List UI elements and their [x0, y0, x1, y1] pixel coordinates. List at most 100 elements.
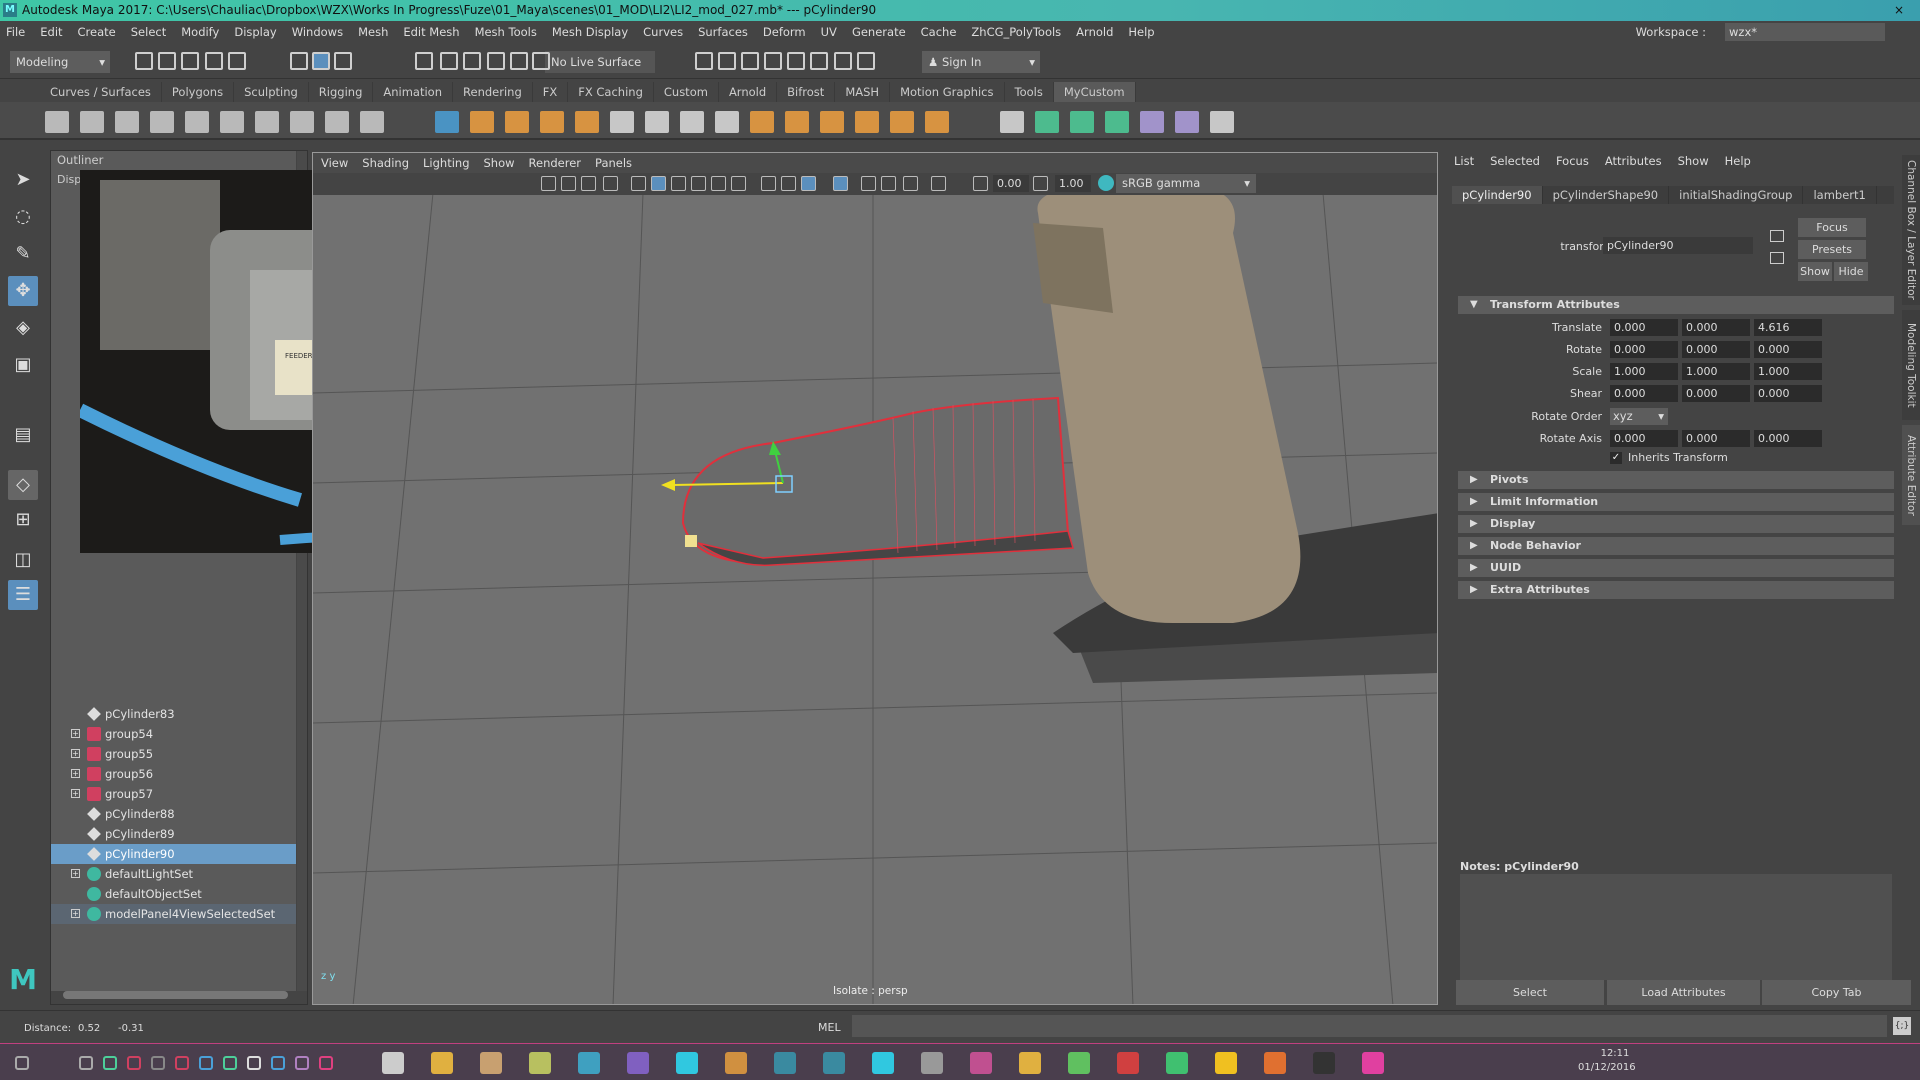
- shelf-tab-tools[interactable]: Tools: [1005, 82, 1054, 102]
- status-tool-icon[interactable]: [463, 52, 481, 70]
- menu-mesh[interactable]: Mesh: [358, 25, 388, 39]
- menu-uv[interactable]: UV: [821, 25, 837, 39]
- shelf-tab-mash[interactable]: MASH: [835, 82, 891, 102]
- tray-tool-icon[interactable]: [271, 1056, 285, 1070]
- shelf-tool-icon[interactable]: [1000, 111, 1024, 133]
- rotate-y-field[interactable]: 0.000: [1682, 341, 1750, 358]
- taskbar-app-icon[interactable]: [1068, 1052, 1090, 1074]
- select-button[interactable]: Select: [1456, 980, 1604, 1005]
- presets-button[interactable]: Presets: [1798, 240, 1866, 259]
- status-tool-icon[interactable]: [510, 52, 528, 70]
- status-tool-icon[interactable]: [787, 52, 805, 70]
- status-tool-icon[interactable]: [834, 52, 852, 70]
- outliner-item[interactable]: pCylinder83: [51, 704, 296, 724]
- shelf-tool-icon[interactable]: [115, 111, 139, 133]
- shelf-tool-icon[interactable]: [820, 111, 844, 133]
- show-button[interactable]: Show: [1798, 262, 1832, 281]
- translate-x-field[interactable]: 0.000: [1610, 319, 1678, 336]
- status-tool-icon[interactable]: [181, 52, 199, 70]
- section-node-behavior[interactable]: ▶ Node Behavior: [1458, 537, 1894, 555]
- shelf-tool-icon[interactable]: [360, 111, 384, 133]
- clock-time[interactable]: 12:11: [1585, 1048, 1645, 1059]
- scale-x-field[interactable]: 1.000: [1610, 363, 1678, 380]
- menu-curves[interactable]: Curves: [643, 25, 683, 39]
- expand-icon[interactable]: +: [71, 909, 80, 918]
- tray-tool-icon[interactable]: [103, 1056, 117, 1070]
- shelf-tool-icon[interactable]: [290, 111, 314, 133]
- status-tool-icon[interactable]: [810, 52, 828, 70]
- shear-y-field[interactable]: 0.000: [1682, 385, 1750, 402]
- section-uuid[interactable]: ▶ UUID: [1458, 559, 1894, 577]
- tray-tool-icon[interactable]: [295, 1056, 309, 1070]
- ae-menu-show[interactable]: Show: [1678, 154, 1709, 168]
- shelf-tool-icon[interactable]: [540, 111, 564, 133]
- shelf-tool-icon[interactable]: [680, 111, 704, 133]
- shelf-tab-mycustom[interactable]: MyCustom: [1053, 82, 1136, 102]
- shelf-tool-icon[interactable]: [255, 111, 279, 133]
- sign-in-button[interactable]: ♟ Sign In ▾: [922, 51, 1040, 73]
- viewport-scene[interactable]: [313, 153, 1438, 1005]
- menu-file[interactable]: File: [6, 25, 25, 39]
- rotate-axis-z-field[interactable]: 0.000: [1754, 430, 1822, 447]
- shelf-tab-rendering[interactable]: Rendering: [453, 82, 533, 102]
- gamma-field[interactable]: 1.00: [1055, 175, 1091, 192]
- status-tool-icon[interactable]: [415, 52, 433, 70]
- shelf-tool-icon[interactable]: [715, 111, 739, 133]
- shelf-tool-icon[interactable]: [150, 111, 174, 133]
- scale-z-field[interactable]: 1.000: [1754, 363, 1822, 380]
- status-tool-icon[interactable]: [718, 52, 736, 70]
- status-tool-icon[interactable]: [228, 52, 246, 70]
- paint-select-icon[interactable]: ✎: [8, 239, 38, 269]
- taskbar-app-icon[interactable]: [627, 1052, 649, 1074]
- menu-cache[interactable]: Cache: [921, 25, 957, 39]
- viewport-tool-icon[interactable]: [711, 176, 726, 191]
- shelf-tool-icon[interactable]: [435, 111, 459, 133]
- ae-tab-initialshadinggroup[interactable]: initialShadingGroup: [1669, 186, 1804, 204]
- hide-button[interactable]: Hide: [1834, 262, 1868, 281]
- taskbar-app-icon[interactable]: [382, 1052, 404, 1074]
- viewport-tool-icon[interactable]: [931, 176, 946, 191]
- shelf-tool-icon[interactable]: [505, 111, 529, 133]
- shear-z-field[interactable]: 0.000: [1754, 385, 1822, 402]
- script-editor-icon[interactable]: {;}: [1893, 1017, 1911, 1035]
- taskbar-app-icon[interactable]: [921, 1052, 943, 1074]
- color-management-toggle-icon[interactable]: [1098, 175, 1114, 191]
- status-tool-icon[interactable]: [532, 52, 550, 70]
- ae-menu-selected[interactable]: Selected: [1490, 154, 1540, 168]
- viewport-tool-icon[interactable]: [761, 176, 776, 191]
- status-tool-icon[interactable]: [857, 52, 875, 70]
- taskbar-app-icon[interactable]: [480, 1052, 502, 1074]
- viewport-tool-icon[interactable]: [833, 176, 848, 191]
- shelf-tool-icon[interactable]: [1105, 111, 1129, 133]
- viewport-tool-icon[interactable]: [603, 176, 618, 191]
- viewport-tool-icon[interactable]: [691, 176, 706, 191]
- taskbar-app-icon[interactable]: [1166, 1052, 1188, 1074]
- go-to-output-icon[interactable]: [1770, 252, 1784, 264]
- shelf-tool-icon[interactable]: [1035, 111, 1059, 133]
- tray-tool-icon[interactable]: [223, 1056, 237, 1070]
- shelf-tool-icon[interactable]: [1070, 111, 1094, 133]
- viewport-menu-renderer[interactable]: Renderer: [529, 153, 582, 173]
- tray-tool-icon[interactable]: [15, 1056, 29, 1070]
- outliner-item[interactable]: defaultObjectSet: [51, 884, 296, 904]
- taskbar-app-icon[interactable]: [823, 1052, 845, 1074]
- single-view-icon[interactable]: ◇: [8, 470, 38, 500]
- live-surface-field[interactable]: No Live Surface: [545, 51, 655, 73]
- expand-icon[interactable]: +: [71, 869, 80, 878]
- shelf-tab-rigging[interactable]: Rigging: [309, 82, 374, 102]
- viewport-tool-icon[interactable]: [781, 176, 796, 191]
- pivot-handle[interactable]: [685, 535, 697, 547]
- shelf-tab-animation[interactable]: Animation: [373, 82, 454, 102]
- ae-tab-pcylindershape90[interactable]: pCylinderShape90: [1543, 186, 1670, 204]
- load-attributes-button[interactable]: Load Attributes: [1607, 980, 1760, 1005]
- tray-tool-icon[interactable]: [79, 1056, 93, 1070]
- outliner-item[interactable]: + group56: [51, 764, 296, 784]
- taskbar-app-icon[interactable]: [529, 1052, 551, 1074]
- status-tool-icon[interactable]: [764, 52, 782, 70]
- shelf-tab-polygons[interactable]: Polygons: [162, 82, 235, 102]
- viewport-menu-show[interactable]: Show: [484, 153, 515, 173]
- viewport-menu-shading[interactable]: Shading: [362, 153, 409, 173]
- shelf-tool-icon[interactable]: [925, 111, 949, 133]
- menu-create[interactable]: Create: [78, 25, 116, 39]
- menu-mesh-display[interactable]: Mesh Display: [552, 25, 628, 39]
